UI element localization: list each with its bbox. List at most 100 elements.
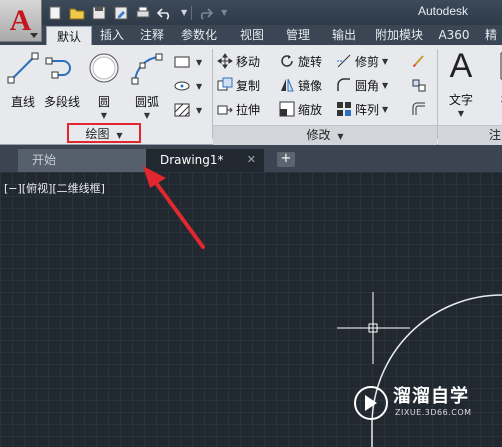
close-icon[interactable]: ✕ — [247, 149, 256, 171]
arc-label: 圆弧 — [134, 95, 159, 109]
array-button[interactable]: 阵列 ▼ — [336, 100, 388, 118]
chevron-down-icon: ▼ — [337, 132, 344, 141]
watermark-title: 溜溜自学 — [393, 386, 469, 407]
arc-icon — [130, 51, 164, 85]
fillet-button[interactable]: 圆角 ▼ — [336, 76, 388, 94]
trim-icon — [336, 53, 352, 69]
new-icon[interactable] — [46, 5, 64, 21]
chevron-down-icon — [30, 33, 38, 38]
draw-panel: 直线 多段线 圆 ▼ 圆弧 ▼ ▼ ▼ ▼ 绘图 ▼ — [0, 45, 212, 145]
arc-dropdown-icon[interactable]: ▼ — [144, 111, 150, 120]
modify-panel-title: 修改 — [306, 128, 331, 142]
move-icon — [217, 53, 233, 69]
draw-panel-title: 绘图 — [85, 127, 110, 141]
explode-button[interactable] — [411, 76, 430, 94]
polyline-label: 多段线 — [44, 95, 81, 109]
tab-annotate[interactable]: 注释 — [134, 25, 170, 45]
scale-button[interactable]: 缩放 — [279, 100, 322, 118]
trim-button[interactable]: 修剪 ▼ — [336, 52, 388, 70]
mirror-icon — [279, 77, 295, 93]
line-icon — [6, 51, 40, 85]
rotate-label: 旋转 — [298, 54, 323, 69]
chevron-down-icon: ▼ — [196, 57, 203, 67]
annotation-panel-title[interactable]: 注 — [438, 125, 502, 145]
arc-button[interactable]: 圆弧 ▼ — [130, 51, 164, 120]
ellipse-icon — [174, 78, 190, 94]
modify-panel-title-button[interactable]: 修改 ▼ — [213, 125, 437, 145]
chevron-down-icon: ▼ — [196, 81, 203, 91]
save-icon[interactable] — [90, 5, 108, 21]
mirror-label: 镜像 — [298, 78, 323, 93]
chevron-down-icon: ▼ — [196, 105, 203, 115]
tab-start-label: 开始 — [32, 153, 57, 167]
watermark-url: ZIXUE.3D66.COM — [395, 408, 472, 417]
line-label: 直线 — [10, 95, 35, 109]
array-icon — [336, 101, 352, 117]
chevron-down-icon: ▼ — [382, 56, 389, 66]
chevron-down-icon: ▼ — [382, 104, 389, 114]
new-tab-button[interactable]: + — [277, 152, 295, 167]
tab-drawing1[interactable]: Drawing1* ✕ — [146, 149, 264, 172]
chevron-down-icon: ▼ — [382, 80, 389, 90]
title-bar: ▼ ▼ Autodesk — [0, 0, 502, 25]
mirror-button[interactable]: 镜像 — [279, 76, 322, 94]
ellipse-button[interactable]: ▼ — [174, 77, 202, 95]
application-menu-button[interactable]: A — [0, 0, 42, 42]
watermark: 溜溜自学 ZIXUE.3D66.COM — [353, 380, 472, 426]
array-label: 阵列 — [355, 102, 380, 117]
copy-icon — [217, 77, 233, 93]
tab-addins[interactable]: 附加模块 — [370, 25, 428, 45]
copy-button[interactable]: 复制 — [217, 76, 260, 94]
text-icon: A — [449, 46, 473, 85]
autocad-window: ▼ ▼ Autodesk A 默认 插入 注释 参数化 视图 管理 输出 附加模… — [0, 0, 502, 447]
offset-button[interactable] — [411, 100, 430, 118]
watermark-logo-icon — [354, 386, 388, 420]
tab-a360[interactable]: A360 — [436, 25, 472, 45]
text-button[interactable]: A 文字 ▼ — [444, 46, 478, 119]
stretch-button[interactable]: 拉伸 — [217, 100, 260, 118]
scale-label: 缩放 — [298, 102, 323, 117]
draw-panel-title-button[interactable]: 绘图 ▼ — [67, 123, 141, 143]
line-button[interactable]: 直线 — [6, 51, 40, 110]
tab-output[interactable]: 输出 — [326, 25, 362, 45]
annotation-panel-title-text: 注 — [488, 128, 501, 142]
tab-parametric[interactable]: 参数化 — [174, 25, 224, 45]
tab-default[interactable]: 默认 — [46, 26, 92, 46]
autocad-logo: A — [9, 3, 32, 37]
save-as-icon[interactable] — [112, 5, 130, 21]
text-dropdown-icon[interactable]: ▼ — [458, 109, 464, 118]
polyline-button[interactable]: 多段线 — [44, 51, 80, 110]
chevron-down-icon: ▼ — [116, 131, 123, 140]
tab-featured[interactable]: 精 — [480, 25, 502, 45]
circle-button[interactable]: 圆 ▼ — [87, 51, 121, 120]
hatch-button[interactable]: ▼ — [174, 101, 202, 119]
tab-view[interactable]: 视图 — [234, 25, 270, 45]
print-icon[interactable] — [134, 5, 152, 21]
file-tab-bar: 开始 Drawing1* ✕ — [0, 145, 502, 172]
rectangle-button[interactable]: ▼ — [174, 53, 202, 71]
erase-icon — [411, 53, 427, 69]
viewport-controls[interactable]: [−][俯视][二维线框] — [4, 180, 105, 196]
circle-label: 圆 — [97, 95, 110, 109]
circle-dropdown-icon[interactable]: ▼ — [101, 111, 107, 120]
polyline-icon — [45, 51, 79, 85]
ribbon: 直线 多段线 圆 ▼ 圆弧 ▼ ▼ ▼ ▼ 绘图 ▼ 移动 旋转 修剪 ▼ 复制… — [0, 45, 502, 145]
tab-insert[interactable]: 插入 — [94, 25, 130, 45]
hatch-icon — [174, 102, 190, 118]
trim-label: 修剪 — [355, 54, 380, 69]
tab-manage[interactable]: 管理 — [280, 25, 316, 45]
dimension-button[interactable]: 标 — [490, 49, 502, 108]
tab-start[interactable]: 开始 — [18, 149, 146, 172]
dimension-icon — [490, 49, 502, 83]
redo-dropdown-icon[interactable]: ▼ — [221, 8, 227, 17]
redo-icon[interactable] — [196, 5, 214, 21]
erase-button[interactable] — [411, 52, 430, 70]
undo-dropdown-icon[interactable]: ▼ — [181, 8, 187, 17]
offset-icon — [411, 101, 427, 117]
rotate-button[interactable]: 旋转 — [279, 52, 322, 70]
move-button[interactable]: 移动 — [217, 52, 260, 70]
app-title: Autodesk — [418, 4, 469, 18]
open-icon[interactable] — [68, 5, 86, 21]
scale-icon — [279, 101, 295, 117]
undo-icon[interactable] — [156, 5, 174, 21]
